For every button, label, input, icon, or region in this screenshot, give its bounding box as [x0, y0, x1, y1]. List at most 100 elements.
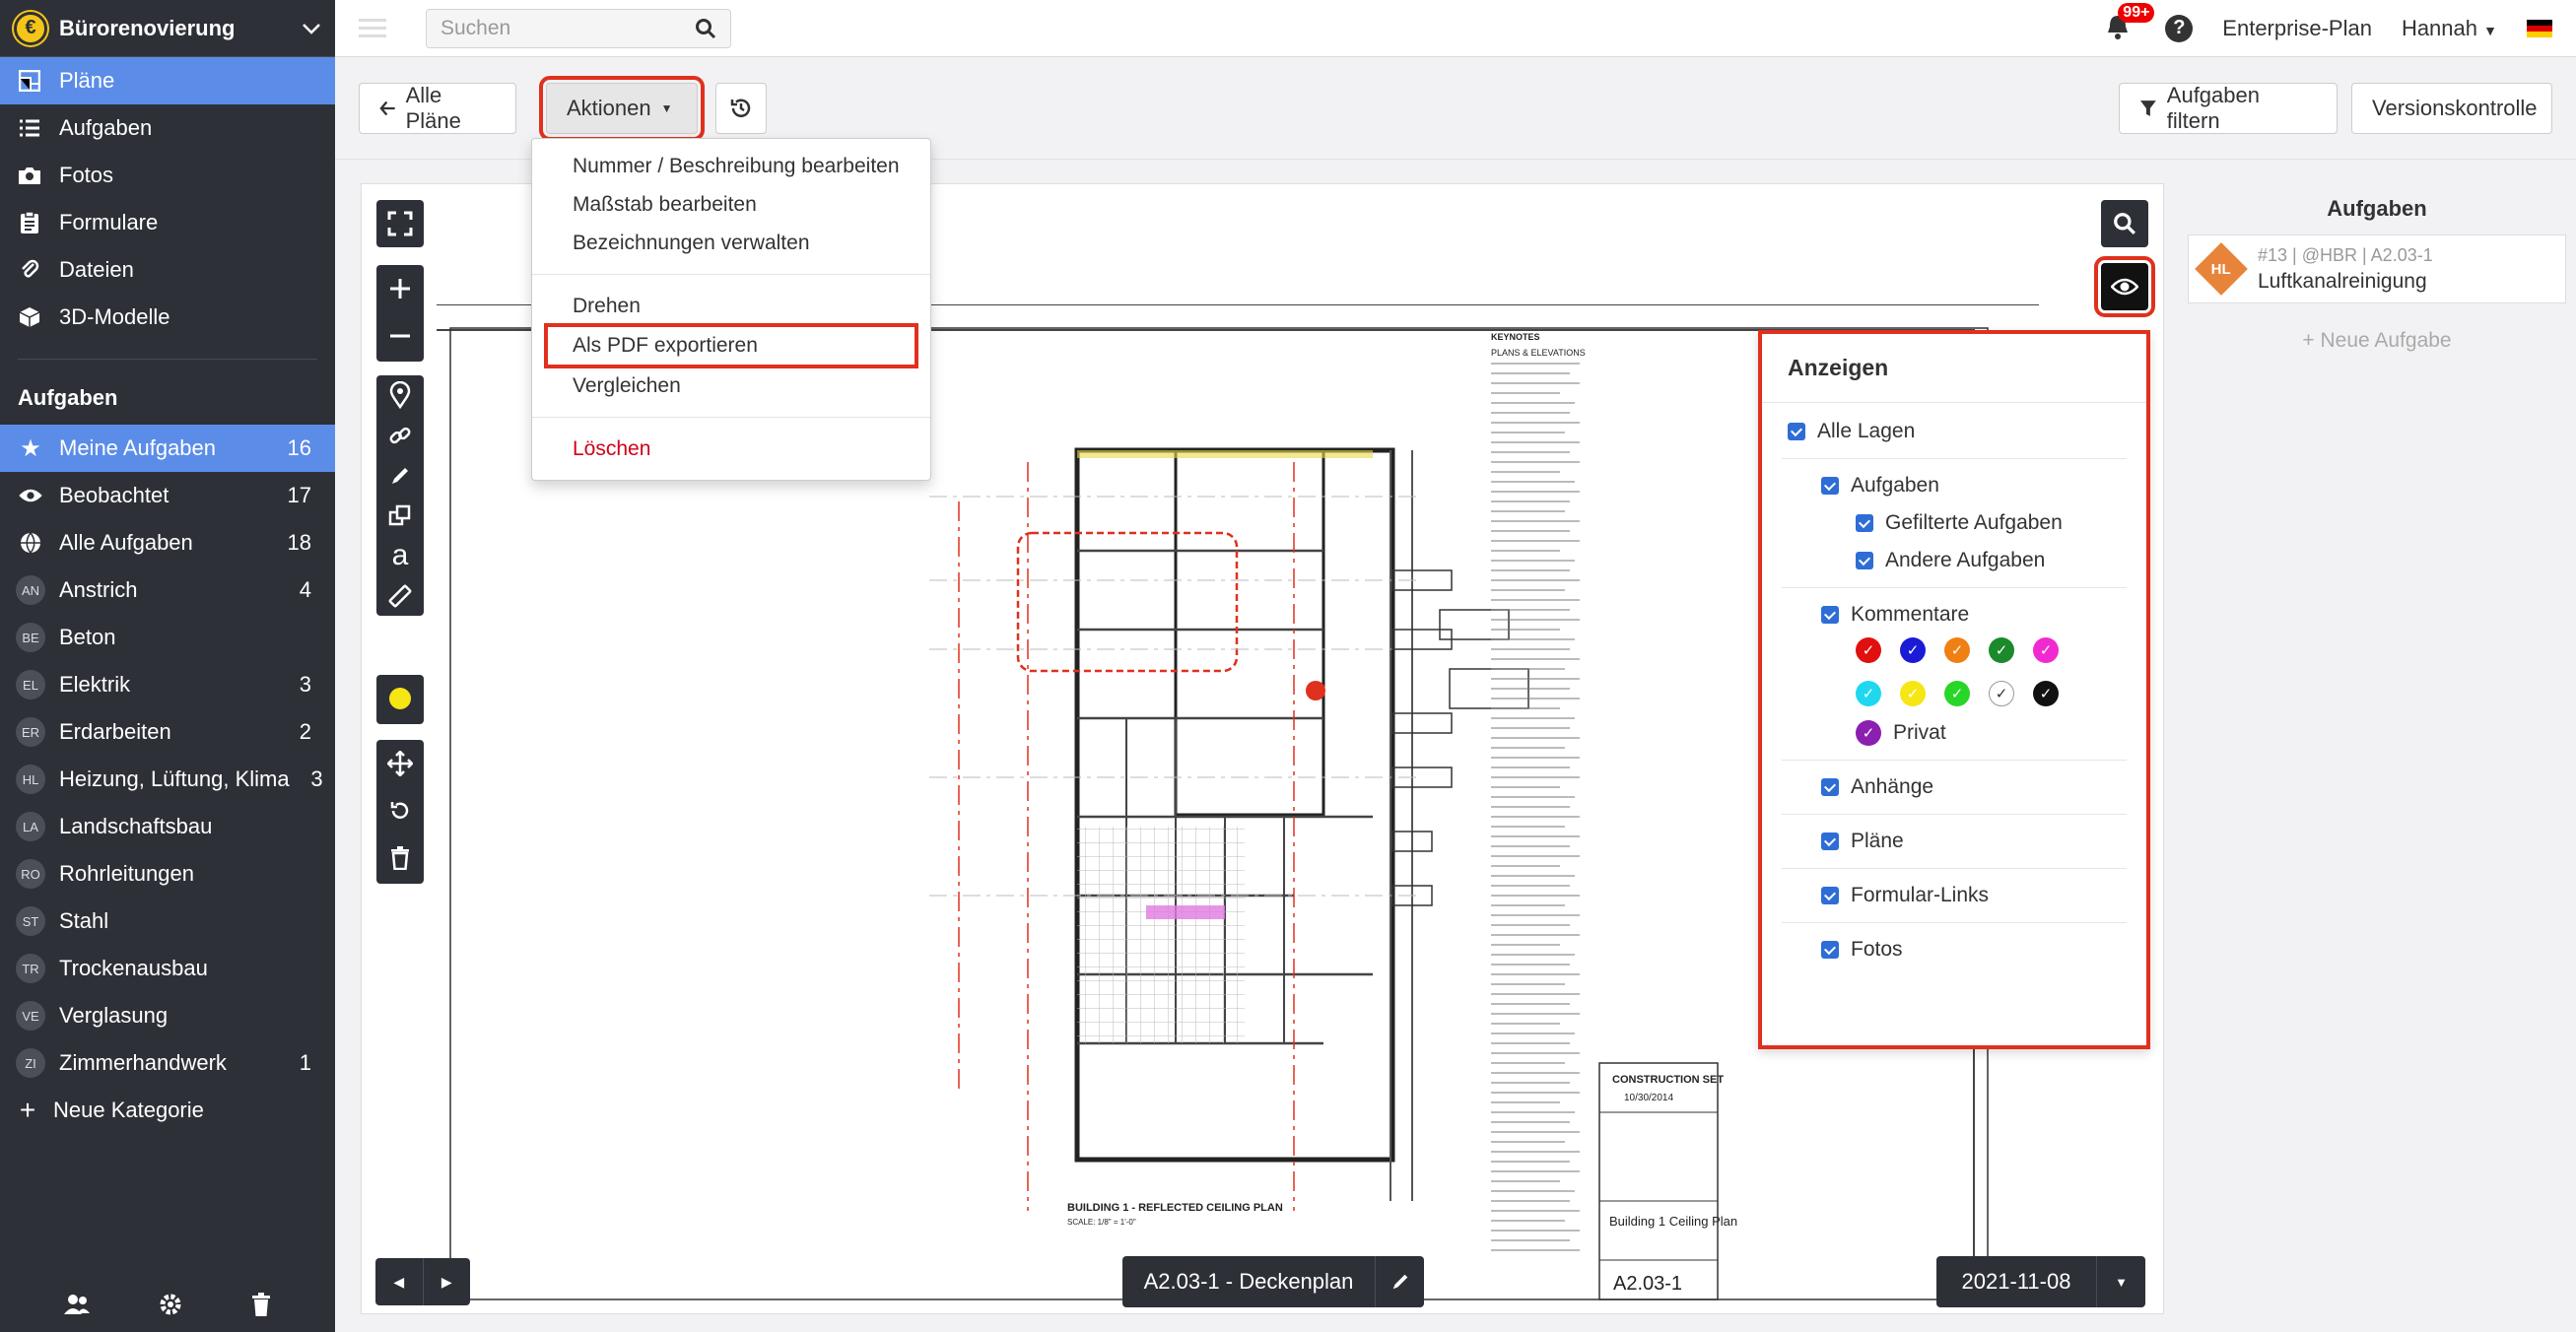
pen-icon[interactable]: [376, 455, 424, 496]
task-category-item[interactable]: ★ Meine Aufgaben 16: [0, 425, 335, 472]
rotate-icon[interactable]: [376, 787, 424, 834]
next-sheet-icon[interactable]: ▶: [424, 1258, 471, 1305]
sidebar-item-cube[interactable]: 3D-Modelle: [0, 294, 335, 341]
layer-all-label: Alle Lagen: [1817, 420, 1916, 442]
version-control-button[interactable]: Versionskontrolle: [2351, 82, 2552, 134]
version-date-select[interactable]: 2021-11-08 ▼: [1936, 1256, 2145, 1307]
sidebar-item-list[interactable]: Aufgaben: [0, 104, 335, 152]
notifications-button[interactable]: 99+: [2104, 2, 2155, 44]
sidebar-item-paperclip[interactable]: Dateien: [0, 246, 335, 294]
comment-color-dot[interactable]: ✓: [2033, 681, 2059, 706]
comment-color-dot[interactable]: ✓: [1856, 637, 1881, 663]
sidebar-item-camera[interactable]: Fotos: [0, 152, 335, 199]
task-category-item[interactable]: Beobachtet 17: [0, 472, 335, 519]
task-category-item[interactable]: ST Stahl: [0, 898, 335, 945]
link-icon[interactable]: [376, 416, 424, 456]
comment-color-dot[interactable]: ✓: [1944, 637, 1970, 663]
pin-icon[interactable]: [376, 375, 424, 416]
checkbox-photos[interactable]: [1821, 941, 1839, 959]
comment-color-dot[interactable]: ✓: [2033, 637, 2059, 663]
menu-item-edit-number[interactable]: Nummer / Beschreibung bearbeiten: [532, 147, 930, 185]
menu-item-export-pdf[interactable]: Als PDF exportieren: [544, 323, 918, 368]
layer-photos[interactable]: Fotos: [1821, 931, 2146, 968]
new-task-button[interactable]: + Neue Aufgabe: [2188, 329, 2566, 353]
ruler-icon[interactable]: [376, 575, 424, 616]
task-category-item[interactable]: LA Landschaftsbau: [0, 803, 335, 850]
shapes-icon[interactable]: [376, 496, 424, 536]
task-category-item[interactable]: VE Verglasung: [0, 992, 335, 1039]
checkbox-attachments[interactable]: [1821, 778, 1839, 796]
delete-icon[interactable]: [376, 834, 424, 882]
layer-plans[interactable]: Pläne: [1821, 823, 2146, 860]
layers-toggle-button[interactable]: [2094, 256, 2155, 317]
task-category-item[interactable]: HL Heizung, Lüftung, Klima 3: [0, 756, 335, 803]
caret-down-icon[interactable]: ▼: [2096, 1256, 2145, 1307]
trash-icon[interactable]: [250, 1293, 272, 1316]
task-category-item[interactable]: TR Trockenausbau: [0, 945, 335, 992]
comment-color-dot[interactable]: ✓: [1989, 681, 2014, 706]
private-color-dot[interactable]: ✓: [1856, 720, 1881, 746]
move-icon[interactable]: [376, 740, 424, 787]
menu-item-rotate[interactable]: Drehen: [532, 287, 930, 325]
checkbox-comments[interactable]: [1821, 606, 1839, 624]
layer-attachments[interactable]: Anhänge: [1821, 768, 2146, 806]
color-tool[interactable]: [376, 675, 424, 724]
actions-dropdown-button[interactable]: Aktionen ▼: [539, 75, 705, 141]
comment-color-dot[interactable]: ✓: [1856, 681, 1881, 706]
sidebar-item-clipboard[interactable]: Formulare: [0, 199, 335, 246]
layer-private[interactable]: ✓ Privat: [1821, 714, 2146, 752]
filter-tasks-button[interactable]: Aufgaben filtern: [2119, 82, 2338, 134]
comment-color-dot[interactable]: ✓: [1900, 637, 1926, 663]
menu-item-manage-labels[interactable]: Bezeichnungen verwalten: [532, 224, 930, 262]
fullscreen-icon[interactable]: [376, 200, 424, 247]
color-picker-icon[interactable]: [376, 675, 424, 722]
users-icon[interactable]: [63, 1294, 91, 1315]
gear-icon[interactable]: [159, 1293, 182, 1316]
layer-all[interactable]: Alle Lagen: [1788, 413, 2146, 450]
text-icon[interactable]: a: [376, 536, 424, 576]
fullscreen-tool[interactable]: [376, 200, 424, 247]
task-card[interactable]: HL #13 | @HBR | A2.03-1 Luftkanalreinigu…: [2188, 234, 2566, 303]
task-category-item[interactable]: EL Elektrik 3: [0, 661, 335, 708]
layer-other-tasks[interactable]: Andere Aufgaben: [1821, 542, 2146, 579]
menu-item-delete[interactable]: Löschen: [532, 430, 930, 468]
checkbox-plans[interactable]: [1821, 832, 1839, 850]
previous-sheet-icon[interactable]: ◀: [375, 1258, 424, 1305]
help-icon[interactable]: ?: [2165, 14, 2194, 42]
layer-filtered-tasks[interactable]: Gefilterte Aufgaben: [1821, 504, 2146, 542]
menu-item-edit-scale[interactable]: Maßstab bearbeiten: [532, 185, 930, 224]
task-category-item[interactable]: Alle Aufgaben 18: [0, 519, 335, 566]
history-button[interactable]: [715, 82, 767, 134]
comment-color-dot[interactable]: ✓: [1900, 681, 1926, 706]
edit-sheet-icon[interactable]: [1375, 1256, 1424, 1307]
sidebar-item-plans[interactable]: Pläne: [0, 57, 335, 104]
german-flag-icon[interactable]: [2527, 19, 2552, 37]
all-plans-button[interactable]: Alle Pläne: [359, 82, 516, 134]
checkbox-all-layers[interactable]: [1788, 423, 1805, 440]
menu-toggle-icon[interactable]: [359, 19, 386, 37]
zoom-in-icon[interactable]: [376, 265, 424, 312]
project-selector[interactable]: € Bürorenovierung: [0, 0, 335, 57]
task-category-item[interactable]: RO Rohrleitungen: [0, 850, 335, 898]
layer-form-links[interactable]: Formular-Links: [1821, 877, 2146, 914]
plan-search-button[interactable]: [2101, 200, 2148, 247]
checkbox-other-tasks[interactable]: [1856, 552, 1873, 569]
layer-tasks[interactable]: Aufgaben: [1821, 467, 2146, 504]
task-category-item[interactable]: BE Beton: [0, 614, 335, 661]
checkbox-filtered-tasks[interactable]: [1856, 514, 1873, 532]
new-category-button[interactable]: + Neue Kategorie: [0, 1087, 335, 1134]
caret-down-icon: ▼: [660, 100, 673, 115]
comment-color-dot[interactable]: ✓: [1944, 681, 1970, 706]
user-menu[interactable]: Hannah ▼: [2402, 16, 2497, 41]
layer-comments[interactable]: Kommentare: [1821, 596, 2146, 633]
search-input[interactable]: Suchen: [426, 8, 731, 48]
comment-color-dot[interactable]: ✓: [1989, 637, 2014, 663]
task-category-item[interactable]: AN Anstrich 4: [0, 566, 335, 614]
checkbox-tasks[interactable]: [1821, 477, 1839, 495]
task-category-item[interactable]: ZI Zimmerhandwerk 1: [0, 1039, 335, 1087]
plan-link[interactable]: Enterprise-Plan: [2222, 16, 2372, 41]
menu-item-compare[interactable]: Vergleichen: [532, 366, 930, 405]
checkbox-form-links[interactable]: [1821, 887, 1839, 904]
task-category-item[interactable]: ER Erdarbeiten 2: [0, 708, 335, 756]
zoom-out-icon[interactable]: [376, 312, 424, 360]
